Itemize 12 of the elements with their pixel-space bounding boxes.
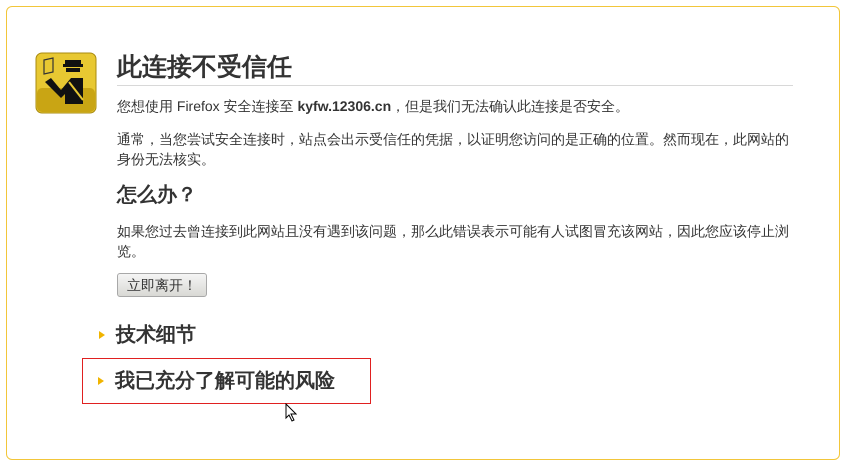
expander-icon[interactable]: [98, 330, 106, 338]
intro-text: 您想使用 Firefox 安全连接至 kyfw.12306.cn，但是我们无法确认此连接是否安全。: [117, 97, 630, 116]
cursor-icon: [285, 403, 297, 422]
expandable-section-title[interactable]: 我已充分了解可能的风险: [115, 366, 335, 394]
page-title: 此连接不受信任: [117, 51, 793, 86]
explanation-text: 通常，当您尝试安全连接时，站点会出示受信任的凭据，以证明您访问的是正确的位置。然而现在，此网站的身份无法核实。: [117, 130, 790, 169]
leave-button[interactable]: 立即离开！: [117, 273, 207, 297]
section-heading: 怎么办？: [117, 183, 198, 208]
officer-icon: [35, 52, 97, 114]
expander-icon[interactable]: [97, 376, 105, 384]
expandable-section-title[interactable]: 技术细节: [116, 320, 196, 348]
advice-text: 如果您过去曾连接到此网站且没有遇到该问题，那么此错误表示可能有人试图冒充该网站，因此您应该停止浏览。: [117, 222, 790, 261]
